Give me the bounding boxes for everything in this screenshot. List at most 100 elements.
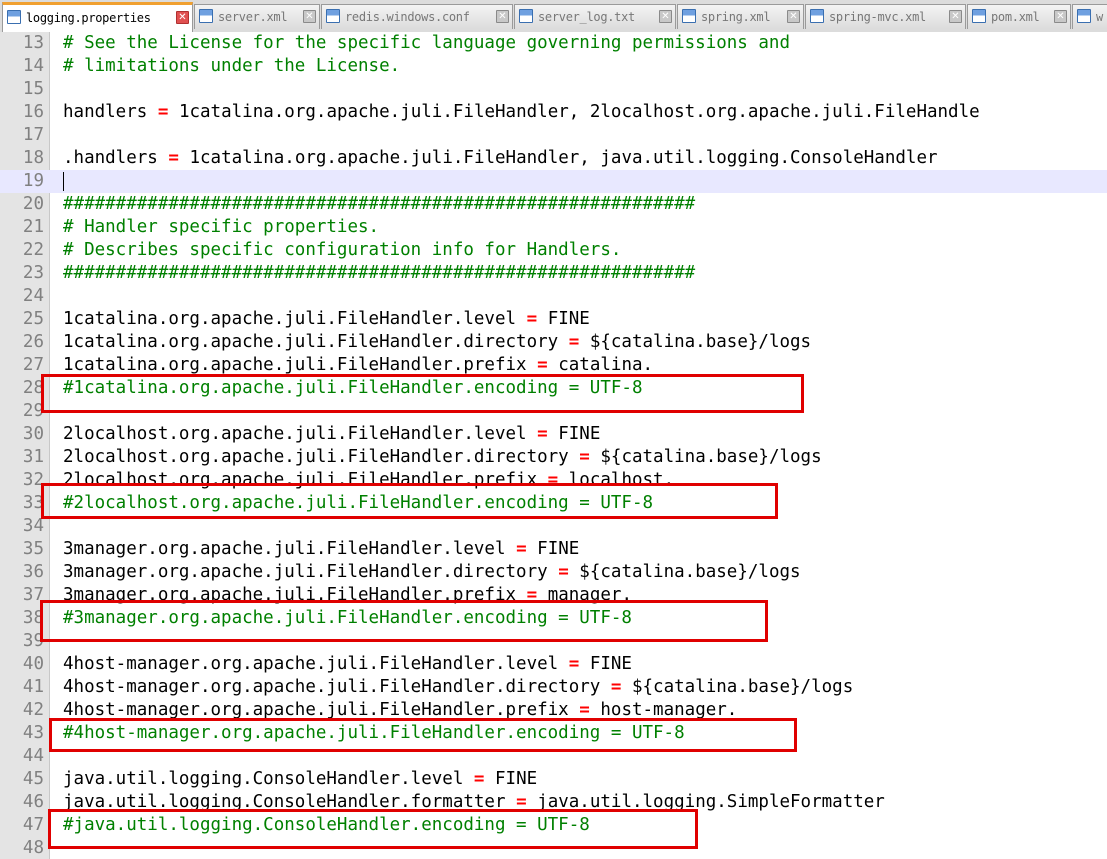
close-icon[interactable]: ✕: [659, 10, 672, 23]
property-value: ${catalina.base}/logs: [579, 562, 801, 582]
property-key: .handlers: [63, 148, 158, 168]
property-key: java.util.logging.ConsoleHandler.formatt…: [63, 792, 506, 812]
line-number: 14: [22, 56, 44, 76]
equals-operator: =: [537, 355, 548, 375]
line-number: 23: [22, 263, 44, 283]
line-number: 27: [22, 355, 44, 375]
property-value: FINE: [495, 769, 538, 789]
tab-server-xml[interactable]: server.xml ✕: [194, 4, 320, 29]
text-caret: [63, 172, 64, 191]
code-line[interactable]: 30 2localhost.org.apache.juli.FileHandler…: [0, 423, 1107, 446]
comment-text: #4host-manager.org.apache.juli.FileHandl…: [63, 723, 685, 743]
code-editor[interactable]: 13 # See the License for the specific lan…: [0, 32, 1107, 859]
code-line[interactable]: 17: [0, 124, 1107, 147]
line-content: 1catalina.org.apache.juli.FileHandler.pr…: [63, 354, 653, 377]
tab-logging-properties[interactable]: logging.properties ✕: [2, 2, 193, 32]
code-line[interactable]: 37 3manager.org.apache.juli.FileHandler.p…: [0, 584, 1107, 607]
code-line[interactable]: 23 ######################################…: [0, 262, 1107, 285]
code-line[interactable]: 46 java.util.logging.ConsoleHandler.forma…: [0, 791, 1107, 814]
code-line[interactable]: 34: [0, 515, 1107, 538]
property-key: 4host-manager.org.apache.juli.FileHandle…: [63, 654, 559, 674]
tab-pom-xml[interactable]: pom.xml ✕: [967, 4, 1071, 29]
line-number: 41: [22, 677, 44, 697]
code-line[interactable]: 26 1catalina.org.apache.juli.FileHandler.…: [0, 331, 1107, 354]
equals-operator: =: [579, 447, 590, 467]
line-number: 45: [22, 769, 44, 789]
code-line[interactable]: 39: [0, 630, 1107, 653]
line-number: 18: [22, 148, 44, 168]
code-line[interactable]: 44: [0, 745, 1107, 768]
property-key: handlers: [63, 102, 148, 122]
comment-text: #3manager.org.apache.juli.FileHandler.en…: [63, 608, 632, 628]
property-key: 1catalina.org.apache.juli.FileHandler.le…: [63, 309, 517, 329]
code-line[interactable]: 38 #3manager.org.apache.juli.FileHandler.…: [0, 607, 1107, 630]
tab-redis-windows-conf[interactable]: redis.windows.conf ✕: [321, 4, 513, 29]
line-content: 1catalina.org.apache.juli.FileHandler.le…: [63, 308, 590, 331]
line-number: 24: [22, 286, 44, 306]
tab-spring-mvc-xml[interactable]: spring-mvc.xml ✕: [805, 4, 966, 29]
code-line[interactable]: 13 # See the License for the specific lan…: [0, 32, 1107, 55]
property-value: ${catalina.base}/logs: [631, 677, 854, 697]
code-line[interactable]: 29: [0, 400, 1107, 423]
equals-operator: =: [516, 539, 527, 559]
tab-spring-xml[interactable]: spring.xml ✕: [677, 4, 804, 29]
code-line[interactable]: 47 #java.util.logging.ConsoleHandler.enco…: [0, 814, 1107, 837]
equals-operator: =: [568, 332, 580, 352]
line-number: 22: [22, 240, 44, 260]
comment-text: # Handler specific properties.: [63, 217, 380, 237]
code-line[interactable]: 15: [0, 78, 1107, 101]
equals-operator: =: [473, 769, 485, 789]
close-icon[interactable]: ✕: [496, 10, 509, 23]
property-key: 1catalina.org.apache.juli.FileHandler.di…: [63, 332, 559, 352]
code-line[interactable]: 48: [0, 837, 1107, 859]
tab-label: redis.windows.conf: [345, 10, 470, 24]
tab-partial[interactable]: w: [1072, 4, 1107, 29]
code-line[interactable]: 19: [0, 170, 1107, 193]
code-line[interactable]: 21 # Handler specific properties.: [0, 216, 1107, 239]
code-line[interactable]: 16 handlers = 1catalina.org.apache.juli.F…: [0, 101, 1107, 124]
code-line[interactable]: 32 2localhost.org.apache.juli.FileHandler…: [0, 469, 1107, 492]
code-line[interactable]: 20 ######################################…: [0, 193, 1107, 216]
property-value: FINE: [589, 654, 632, 674]
line-content: 1catalina.org.apache.juli.FileHandler.di…: [63, 331, 811, 354]
code-line[interactable]: 45 java.util.logging.ConsoleHandler.level…: [0, 768, 1107, 791]
code-line[interactable]: 35 3manager.org.apache.juli.FileHandler.l…: [0, 538, 1107, 561]
line-content: #3manager.org.apache.juli.FileHandler.en…: [63, 607, 632, 630]
property-key: 3manager.org.apache.juli.FileHandler.dir…: [63, 562, 548, 582]
close-icon[interactable]: ✕: [303, 10, 316, 23]
code-line[interactable]: 27 1catalina.org.apache.juli.FileHandler.…: [0, 354, 1107, 377]
code-line[interactable]: 43 #4host-manager.org.apache.juli.FileHan…: [0, 722, 1107, 745]
code-line[interactable]: 28 #1catalina.org.apache.juli.FileHandler…: [0, 377, 1107, 400]
close-icon[interactable]: ✕: [176, 11, 189, 24]
property-value: ${catalina.base}/logs: [600, 447, 822, 467]
tab-bar: logging.properties ✕ server.xml ✕ redis.…: [0, 0, 1107, 33]
close-icon[interactable]: ✕: [949, 10, 962, 23]
code-line[interactable]: 24: [0, 285, 1107, 308]
comment-text: #java.util.logging.ConsoleHandler.encodi…: [63, 815, 590, 835]
line-number: 19: [22, 171, 44, 191]
equals-operator: =: [568, 654, 580, 674]
tab-server-log-txt[interactable]: server_log.txt ✕: [514, 4, 676, 29]
code-line[interactable]: 31 2localhost.org.apache.juli.FileHandler…: [0, 446, 1107, 469]
code-line[interactable]: 22 # Describes specific configuration inf…: [0, 239, 1107, 262]
property-key: 3manager.org.apache.juli.FileHandler.lev…: [63, 539, 506, 559]
line-number: 47: [22, 815, 44, 835]
property-key: 4host-manager.org.apache.juli.FileHandle…: [63, 700, 569, 720]
file-saved-icon: [199, 9, 213, 23]
code-line[interactable]: 14 # limitations under the License.: [0, 55, 1107, 78]
code-line[interactable]: 25 1catalina.org.apache.juli.FileHandler.…: [0, 308, 1107, 331]
line-content: # Handler specific properties.: [63, 216, 379, 239]
close-icon[interactable]: ✕: [787, 10, 800, 23]
close-icon[interactable]: ✕: [1054, 10, 1067, 23]
code-line[interactable]: 36 3manager.org.apache.juli.FileHandler.d…: [0, 561, 1107, 584]
code-line[interactable]: 41 4host-manager.org.apache.juli.FileHand…: [0, 676, 1107, 699]
property-value: 1catalina.org.apache.juli.FileHandler, j…: [189, 148, 938, 168]
code-line[interactable]: 42 4host-manager.org.apache.juli.FileHand…: [0, 699, 1107, 722]
line-number: 40: [22, 654, 44, 674]
property-value: localhost.: [568, 470, 675, 490]
property-value: FINE: [558, 424, 601, 444]
code-line[interactable]: 40 4host-manager.org.apache.juli.FileHand…: [0, 653, 1107, 676]
line-number: 21: [22, 217, 44, 237]
code-line[interactable]: 18 .handlers = 1catalina.org.apache.juli.…: [0, 147, 1107, 170]
code-line[interactable]: 33 #2localhost.org.apache.juli.FileHandle…: [0, 492, 1107, 515]
